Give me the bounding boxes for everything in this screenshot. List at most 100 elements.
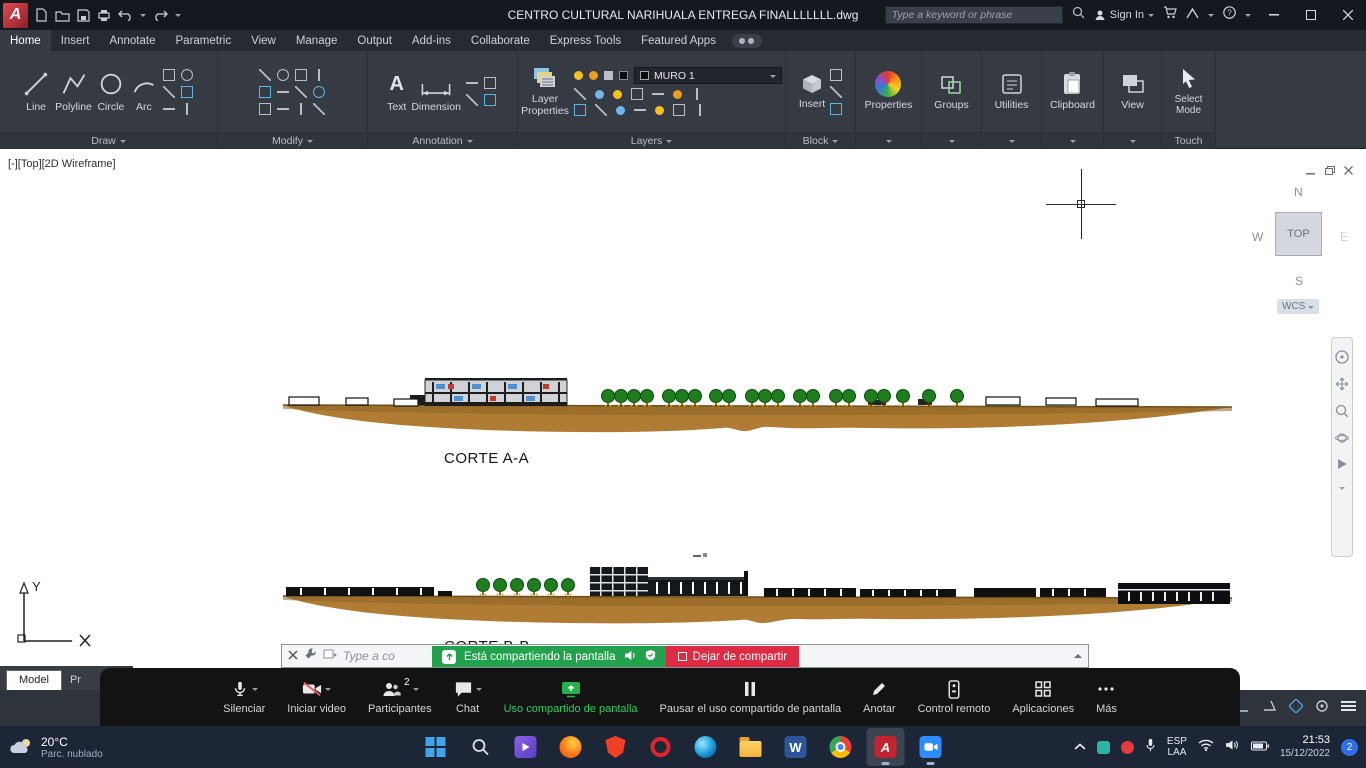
weather-widget[interactable]: 20°C Parc. nublado — [0, 735, 210, 760]
arc-tool[interactable]: Arc — [130, 69, 158, 114]
mirror-tool-icon[interactable] — [312, 68, 325, 81]
tray-mic-icon[interactable] — [1145, 738, 1156, 757]
layer-lock2-icon[interactable] — [651, 88, 664, 100]
cart-icon[interactable] — [1163, 6, 1177, 24]
undo-dropdown-icon[interactable] — [140, 14, 146, 20]
layer-state-icon[interactable] — [573, 104, 586, 116]
hidden-icons-chevron[interactable] — [1074, 738, 1086, 756]
array-tool-icon[interactable] — [276, 85, 289, 98]
properties-panel-footer[interactable] — [856, 132, 921, 149]
region-tool-icon[interactable] — [180, 85, 193, 98]
volume-icon[interactable] — [1225, 738, 1240, 756]
move-tool-icon[interactable] — [258, 68, 271, 81]
properties-panel-expand-icon[interactable] — [885, 140, 892, 146]
chat-button[interactable]: Chat — [443, 679, 493, 715]
plot-icon[interactable] — [97, 9, 111, 22]
utilities-panel-footer[interactable] — [982, 132, 1041, 149]
autocad-app-menu[interactable]: A — [3, 2, 28, 28]
insert-block-button[interactable]: Insert — [799, 72, 825, 111]
language-indicator[interactable]: ESP LAA — [1167, 736, 1187, 759]
layer-on-bulb-icon[interactable] — [573, 71, 583, 80]
text-style-tool-icon[interactable] — [483, 94, 496, 106]
text-tool[interactable]: A Text — [387, 69, 406, 114]
draw-panel-expand-icon[interactable] — [119, 140, 126, 146]
layer-dropdown[interactable]: MURO 1 — [633, 67, 782, 84]
app-icon-firefox[interactable] — [552, 728, 590, 766]
utilities-button[interactable]: Utilities — [995, 71, 1028, 112]
tray-app-icon-1[interactable] — [1096, 740, 1110, 754]
layer-isolate-icon[interactable] — [612, 89, 622, 99]
connect-icon[interactable] — [731, 33, 762, 48]
customization-menu-icon[interactable] — [1341, 699, 1356, 717]
start-button[interactable] — [417, 728, 455, 766]
app-icon-zoom[interactable] — [912, 728, 950, 766]
isolate-icon[interactable] — [1315, 699, 1329, 718]
app-icon-video-editor[interactable] — [507, 728, 545, 766]
tab-output[interactable]: Output — [347, 30, 402, 51]
mleader-tool-icon[interactable] — [465, 94, 478, 106]
polar-icon[interactable] — [1262, 699, 1277, 717]
trim-tool-icon[interactable] — [294, 68, 307, 81]
tab-parametric[interactable]: Parametric — [166, 30, 242, 51]
tab-express-tools[interactable]: Express Tools — [540, 30, 631, 51]
groups-button[interactable]: Groups — [934, 71, 969, 112]
tab-collaborate[interactable]: Collaborate — [461, 30, 540, 51]
notification-count-badge[interactable]: 2 — [1341, 738, 1358, 756]
tab-featured-apps[interactable]: Featured Apps — [631, 30, 726, 51]
help-dropdown-icon[interactable] — [1245, 14, 1251, 20]
layer-color-swatch[interactable] — [618, 71, 628, 80]
view-button[interactable]: View — [1120, 71, 1146, 112]
view-panel-footer[interactable] — [1104, 132, 1161, 149]
command-recent-icon[interactable] — [323, 647, 337, 665]
battery-icon[interactable] — [1250, 738, 1269, 756]
layers-panel-footer[interactable]: Layers — [518, 132, 785, 149]
ellipse-tool-icon[interactable] — [180, 68, 193, 81]
clipboard-panel-expand-icon[interactable] — [1069, 140, 1076, 146]
utilities-panel-expand-icon[interactable] — [1008, 140, 1015, 146]
annotate-button[interactable]: Anotar — [852, 679, 906, 715]
tab-view[interactable]: View — [241, 30, 286, 51]
layer-freeze-icon[interactable] — [594, 89, 604, 99]
tab-model[interactable]: Model — [6, 670, 62, 690]
tab-insert[interactable]: Insert — [51, 30, 100, 51]
layer-freeze-sun-icon[interactable] — [588, 71, 598, 80]
circle-tool[interactable]: Circle — [97, 69, 125, 114]
taskbar-search-button[interactable] — [462, 728, 500, 766]
clipboard-panel-footer[interactable] — [1042, 132, 1103, 149]
layers-panel-expand-icon[interactable] — [666, 140, 673, 146]
block-create-icon[interactable] — [830, 85, 843, 98]
layer-thaw-icon[interactable] — [672, 89, 682, 99]
mute-button[interactable]: Silenciar — [212, 679, 276, 715]
line-tool[interactable]: Line — [22, 69, 50, 114]
view-panel-expand-icon[interactable] — [1129, 140, 1136, 146]
remote-control-button[interactable]: Control remoto — [907, 679, 1002, 715]
undo-icon[interactable] — [118, 9, 133, 21]
modify-panel-footer[interactable]: Modify — [218, 132, 367, 149]
hatch-tool-icon[interactable] — [162, 85, 175, 98]
app-icon-file-explorer[interactable] — [732, 728, 770, 766]
polyline-tool[interactable]: Polyline — [55, 69, 92, 114]
draw-panel-footer[interactable]: Draw — [0, 132, 217, 149]
apps-dropdown-icon[interactable] — [1208, 14, 1214, 20]
offset-tool-icon[interactable] — [294, 102, 307, 115]
search-icon[interactable] — [1072, 6, 1085, 24]
leader-tool-icon[interactable] — [465, 77, 478, 89]
point-tool-icon[interactable] — [180, 102, 193, 115]
save-icon[interactable] — [77, 8, 90, 22]
tab-layout-partial[interactable]: Pr — [62, 671, 89, 690]
rotate-tool-icon[interactable] — [276, 68, 289, 81]
app-icon-chrome[interactable] — [822, 728, 860, 766]
participants-options-icon[interactable] — [412, 688, 419, 694]
start-video-button[interactable]: Iniciar video — [276, 679, 357, 715]
chat-options-icon[interactable] — [475, 688, 482, 694]
tab-addins[interactable]: Add-ins — [402, 30, 461, 51]
block-panel-footer[interactable]: Block — [786, 132, 855, 149]
layer-unlock-icon[interactable] — [690, 88, 703, 100]
taskbar-clock[interactable]: 21:53 15/12/2022 — [1280, 734, 1330, 760]
app-icon-edge[interactable] — [687, 728, 725, 766]
app-icon-autocad[interactable]: A — [866, 728, 905, 766]
close-button[interactable] — [1334, 4, 1362, 26]
share-screen-button[interactable]: Uso compartido de pantalla — [493, 679, 649, 715]
help-icon[interactable]: ? — [1223, 6, 1236, 24]
open-file-icon[interactable] — [55, 9, 70, 22]
